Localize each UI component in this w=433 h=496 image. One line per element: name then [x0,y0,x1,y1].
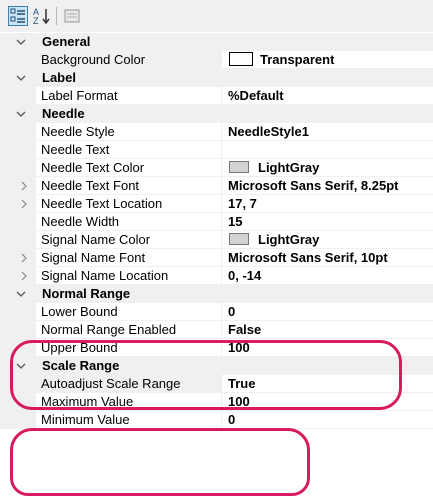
property-name: Maximum Value [36,393,222,411]
property-name: Signal Name Location [36,267,222,285]
chevron-right-icon[interactable] [19,270,29,282]
chevron-down-icon[interactable] [14,107,28,121]
chevron-down-icon[interactable] [14,287,28,301]
property-pages-icon [64,9,80,23]
property-label-format[interactable]: Label Format %Default [0,87,433,105]
property-name: Needle Width [36,213,222,231]
property-background-color[interactable]: Background Color Transparent [0,51,433,69]
chevron-down-icon[interactable] [14,71,28,85]
property-value[interactable]: False [222,321,433,339]
category-normal-range[interactable]: Normal Range [0,285,433,303]
property-value[interactable]: LightGray [222,231,433,249]
property-name: Normal Range Enabled [36,321,222,339]
svg-text:Z: Z [33,16,39,26]
property-value[interactable]: True [222,375,433,393]
category-label: Scale Range [42,358,120,373]
property-value[interactable]: 100 [222,339,433,357]
chevron-right-icon[interactable] [19,198,29,210]
property-upper-bound[interactable]: Upper Bound 100 [0,339,433,357]
highlight-scale-range [10,428,310,496]
property-value[interactable]: 17, 7 [222,195,433,213]
property-autoadjust-scale-range[interactable]: Autoadjust Scale Range True [0,375,433,393]
category-general[interactable]: General [0,33,433,51]
property-signal-name-color[interactable]: Signal Name Color LightGray [0,231,433,249]
category-label: Label [42,70,76,85]
property-value[interactable] [222,141,433,159]
property-needle-style[interactable]: Needle Style NeedleStyle1 [0,123,433,141]
property-name: Autoadjust Scale Range [36,375,222,393]
property-value[interactable]: 0 [222,411,433,429]
property-signal-name-location[interactable]: Signal Name Location 0, -14 [0,267,433,285]
property-name: Label Format [36,87,222,105]
property-lower-bound[interactable]: Lower Bound 0 [0,303,433,321]
color-swatch [229,233,249,245]
color-swatch [229,161,249,173]
chevron-right-icon[interactable] [19,180,29,192]
property-minimum-value[interactable]: Minimum Value 0 [0,411,433,429]
property-name: Signal Name Color [36,231,222,249]
alphabetical-view-button[interactable]: A Z [32,6,52,26]
property-normal-range-enabled[interactable]: Normal Range Enabled False [0,321,433,339]
toolbar-separator [56,7,57,25]
property-needle-text-location[interactable]: Needle Text Location 17, 7 [0,195,433,213]
category-label: General [42,34,91,49]
chevron-down-icon[interactable] [14,359,28,373]
property-value[interactable]: 15 [222,213,433,231]
color-swatch [229,52,253,66]
property-value[interactable]: %Default [222,87,433,105]
property-name: Upper Bound [36,339,222,357]
property-needle-width[interactable]: Needle Width 15 [0,213,433,231]
property-name: Minimum Value [36,411,222,429]
property-value[interactable]: 100 [222,393,433,411]
property-grid-toolbar: A Z [0,0,433,32]
property-value[interactable]: 0, -14 [222,267,433,285]
categorized-icon [10,8,25,23]
category-label[interactable]: Label [0,69,433,87]
property-needle-text-font[interactable]: Needle Text Font Microsoft Sans Serif, 8… [0,177,433,195]
chevron-down-icon[interactable] [14,35,28,49]
property-grid: General Background Color Transparent Lab… [0,33,433,429]
alphabetical-icon: A Z [33,7,50,26]
property-name: Needle Text [36,141,222,159]
property-value[interactable]: 0 [222,303,433,321]
category-label: Normal Range [42,286,131,301]
property-name: Signal Name Font [36,249,222,267]
property-value[interactable]: Microsoft Sans Serif, 8.25pt [222,177,433,195]
property-value[interactable]: Microsoft Sans Serif, 10pt [222,249,433,267]
property-value[interactable]: LightGray [222,159,433,177]
chevron-right-icon[interactable] [19,252,29,264]
category-needle[interactable]: Needle [0,105,433,123]
property-value[interactable]: NeedleStyle1 [222,123,433,141]
category-label: Needle [42,106,85,121]
property-value[interactable]: Transparent [222,51,433,69]
property-maximum-value[interactable]: Maximum Value 100 [0,393,433,411]
property-pages-button[interactable] [62,6,82,26]
property-name: Background Color [36,51,222,69]
property-signal-name-font[interactable]: Signal Name Font Microsoft Sans Serif, 1… [0,249,433,267]
property-name: Needle Text Color [36,159,222,177]
categorized-view-button[interactable] [8,6,28,26]
property-needle-text[interactable]: Needle Text [0,141,433,159]
category-scale-range[interactable]: Scale Range [0,357,433,375]
property-name: Needle Style [36,123,222,141]
property-name: Needle Text Location [36,195,222,213]
property-name: Needle Text Font [36,177,222,195]
property-needle-text-color[interactable]: Needle Text Color LightGray [0,159,433,177]
property-name: Lower Bound [36,303,222,321]
